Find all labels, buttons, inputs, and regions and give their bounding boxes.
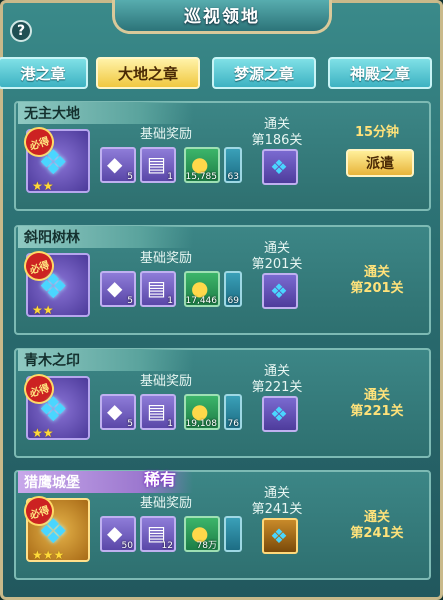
territory-card: 斜阳树林 必得 ❖ ★★ 基础奖励 ◆ 5 ▤ 1 ● 17,446 69 通关 第2… <box>14 225 431 335</box>
title-plate: 巡视领地 <box>112 0 332 34</box>
star-rating: ★★ <box>32 303 54 317</box>
locked-requirement: 通关 第201关 <box>350 265 404 296</box>
gold-item[interactable]: ● 15,785 <box>184 147 220 183</box>
bird-icon: ❖ <box>270 155 288 179</box>
pass-requirement: 通关 第221关 <box>251 364 303 395</box>
timer-label: 15分钟 <box>354 125 400 140</box>
book-item[interactable]: ▤ 12 <box>140 516 176 552</box>
bird-icon: ❖ <box>270 279 288 303</box>
territory-card: 无主大地 必得 ❖ ★★ 基础奖励 ◆ 5 ▤ 1 ● 15,785 63 通关 第1… <box>14 101 431 211</box>
page-title: 巡视领地 <box>184 7 260 27</box>
locked-requirement: 通关 第241关 <box>350 510 404 541</box>
exp-item[interactable]: 76 <box>224 394 242 430</box>
base-reward-label: 基础奖励 <box>139 251 192 266</box>
book-item[interactable]: ▤ 1 <box>140 271 176 307</box>
loot-item[interactable]: ❖ <box>262 518 298 554</box>
tab-harbor[interactable]: 港之章 <box>0 57 88 89</box>
bird-icon: ❖ <box>270 402 288 426</box>
crystal-item[interactable]: ◆ 50 <box>100 516 136 552</box>
hero-portrait[interactable]: 必得 ❖ ★★ <box>20 123 90 193</box>
gold-item[interactable]: ● 17,446 <box>184 271 220 307</box>
pass-requirement: 通关 第201关 <box>251 241 303 272</box>
exp-item[interactable] <box>224 516 242 552</box>
bird-icon: ❖ <box>38 512 69 552</box>
help-icon[interactable]: ? <box>10 20 32 42</box>
crystal-item[interactable]: ◆ 5 <box>100 271 136 307</box>
bird-icon: ❖ <box>38 390 69 430</box>
base-reward-label: 基础奖励 <box>139 127 192 142</box>
hero-portrait[interactable]: 必得 ❖ ★★★ <box>20 492 90 562</box>
hero-portrait[interactable]: 必得 ❖ ★★ <box>20 370 90 440</box>
book-icon: ▤ <box>147 276 166 300</box>
crystal-icon: ◆ <box>107 152 123 176</box>
book-icon: ▤ <box>147 152 166 176</box>
bird-icon: ❖ <box>38 267 69 307</box>
territory-name: 无主大地 <box>18 102 193 124</box>
crystal-item[interactable]: ◆ 5 <box>100 147 136 183</box>
loot-item[interactable]: ❖ <box>262 273 298 309</box>
territory-card: 青木之印 必得 ❖ ★★ 基础奖励 ◆ 5 ▤ 1 ● 19,108 76 通关 第2… <box>14 348 431 458</box>
territory-name: 斜阳树林 <box>18 226 193 248</box>
exp-item[interactable]: 63 <box>224 147 242 183</box>
pass-requirement: 通关 第186关 <box>251 117 303 148</box>
tab-temple[interactable]: 神殿之章 <box>328 57 432 89</box>
star-rating: ★★ <box>32 426 54 440</box>
bird-icon: ❖ <box>270 524 288 548</box>
crystal-icon: ◆ <box>107 276 123 300</box>
base-reward-label: 基础奖励 <box>139 496 192 511</box>
territory-name: 青木之印 <box>18 349 193 371</box>
star-rating: ★★ <box>32 179 54 193</box>
rare-badge: 稀有 <box>144 470 177 489</box>
dispatch-button[interactable]: 派遣 <box>346 149 414 177</box>
gold-item[interactable]: ● 78万 <box>184 516 220 552</box>
book-item[interactable]: ▤ 1 <box>140 394 176 430</box>
crystal-item[interactable]: ◆ 5 <box>100 394 136 430</box>
gold-item[interactable]: ● 19,108 <box>184 394 220 430</box>
crystal-icon: ◆ <box>107 521 123 545</box>
loot-item[interactable]: ❖ <box>262 396 298 432</box>
book-icon: ▤ <box>147 399 166 423</box>
tab-dream[interactable]: 梦源之章 <box>212 57 316 89</box>
loot-item[interactable]: ❖ <box>262 149 298 185</box>
locked-requirement: 通关 第221关 <box>350 388 404 419</box>
bird-icon: ❖ <box>38 143 69 183</box>
tab-earth[interactable]: 大地之章 <box>96 57 200 89</box>
exp-item[interactable]: 69 <box>224 271 242 307</box>
crystal-icon: ◆ <box>107 399 123 423</box>
star-rating: ★★★ <box>32 548 65 562</box>
pass-requirement: 通关 第241关 <box>251 486 303 517</box>
hero-portrait[interactable]: 必得 ❖ ★★ <box>20 247 90 317</box>
book-item[interactable]: ▤ 1 <box>140 147 176 183</box>
territory-card: 猎鹰城堡 稀有 必得 ❖ ★★★ 基础奖励 ◆ 50 ▤ 12 ● 78万 通关 第2… <box>14 470 431 580</box>
base-reward-label: 基础奖励 <box>139 374 192 389</box>
